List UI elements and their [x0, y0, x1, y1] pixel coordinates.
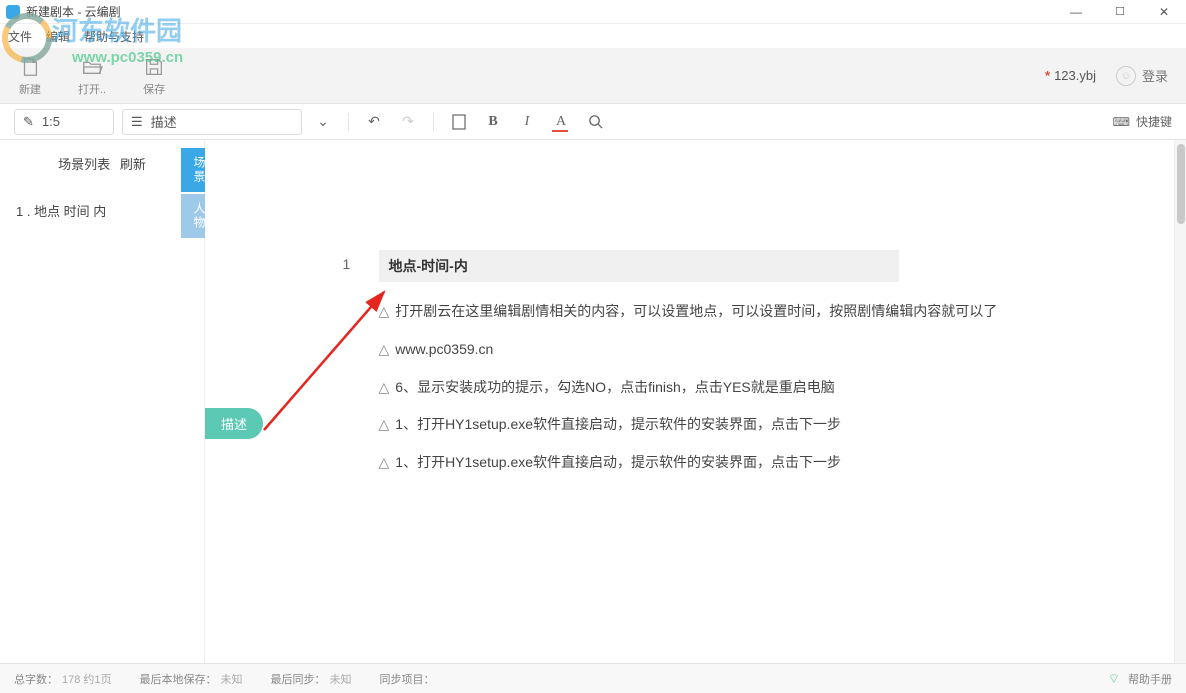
save-icon — [142, 55, 166, 79]
sidebar-header: 场景列表 刷新 — [0, 154, 204, 173]
font-color-button[interactable]: A — [548, 109, 574, 135]
paragraph[interactable]: △打开剧云在这里编辑剧情相关的内容，可以设置地点，可以设置时间，按照剧情编辑内容… — [379, 300, 999, 324]
new-file-icon — [18, 55, 42, 79]
status-bar: 总字数：178 约1页 最后本地保存：未知 最后同步：未知 同步项目： ⌔ 帮助… — [0, 663, 1186, 693]
refresh-button[interactable]: 刷新 — [120, 157, 146, 172]
save-button[interactable]: 保存 — [142, 55, 166, 97]
list-icon: ☰ — [131, 114, 143, 130]
menu-bar: 文件 编辑 帮助与支持 — [0, 24, 1186, 48]
italic-button[interactable]: I — [514, 109, 540, 135]
format-field[interactable]: ☰ 描述 — [122, 109, 302, 135]
redo-button[interactable]: ↷ — [395, 109, 421, 135]
title-bar: 新建剧本 - 云编剧 — ☐ ✕ — [0, 0, 1186, 24]
scene-list-item[interactable]: 1 . 地点 时间 内 — [0, 191, 204, 230]
modified-indicator: * — [1045, 68, 1050, 83]
menu-file[interactable]: 文件 — [8, 28, 32, 45]
scene-block: 1 地点-时间-内 △打开剧云在这里编辑剧情相关的内容，可以设置地点，可以设置时… — [379, 250, 999, 475]
filename: 123.ybj — [1054, 68, 1096, 83]
window-controls: — ☐ ✕ — [1054, 0, 1186, 24]
login-button[interactable]: ☺ 登录 — [1116, 66, 1168, 86]
user-icon: ☺ — [1116, 66, 1136, 86]
menu-help[interactable]: 帮助与支持 — [84, 28, 144, 45]
page-icon[interactable] — [446, 109, 472, 135]
minimize-button[interactable]: — — [1054, 0, 1098, 24]
maximize-button[interactable]: ☐ — [1098, 0, 1142, 24]
triangle-icon: △ — [379, 300, 390, 324]
chevron-down-icon[interactable]: ⌄ — [310, 109, 336, 135]
format-toolbar: ✎ 1:5 ☰ 描述 ⌄ ↶ ↷ B I A ⌨ 快捷键 — [0, 104, 1186, 140]
scene-number: 1 — [343, 256, 351, 272]
bold-button[interactable]: B — [480, 109, 506, 135]
edit-icon: ✎ — [23, 114, 34, 130]
last-sync: 最后同步：未知 — [271, 671, 352, 687]
search-button[interactable] — [582, 109, 608, 135]
app-icon — [6, 5, 20, 19]
sidebar: 场景列表 刷新 1 . 地点 时间 内 场景 人物 — [0, 140, 205, 686]
paragraph[interactable]: △6、显示安装成功的提示，勾选NO，点击finish，点击YES就是重启电脑 — [379, 376, 999, 400]
scrollbar-thumb[interactable] — [1177, 144, 1185, 224]
header-toolbar: 新建 打开.. 保存 * 123.ybj ☺ 登录 — [0, 48, 1186, 104]
menu-edit[interactable]: 编辑 — [46, 28, 70, 45]
keyboard-icon: ⌨ — [1113, 115, 1130, 129]
open-folder-icon — [80, 55, 104, 79]
scene-heading[interactable]: 地点-时间-内 — [379, 250, 899, 282]
tab-scene[interactable]: 场景 — [181, 148, 205, 192]
triangle-icon: △ — [379, 376, 390, 400]
triangle-icon: △ — [379, 338, 390, 362]
undo-button[interactable]: ↶ — [361, 109, 387, 135]
hotkeys-button[interactable]: ⌨ 快捷键 — [1113, 113, 1172, 130]
tab-character[interactable]: 人物 — [181, 194, 205, 238]
scene-field[interactable]: ✎ 1:5 — [14, 109, 114, 135]
last-local-save: 最后本地保存：未知 — [140, 671, 243, 687]
close-button[interactable]: ✕ — [1142, 0, 1186, 24]
open-button[interactable]: 打开.. — [78, 55, 106, 97]
wifi-icon: ⌔ — [1108, 671, 1120, 687]
paragraph[interactable]: △www.pc0359.cn — [379, 338, 999, 362]
help-manual[interactable]: 帮助手册 — [1128, 671, 1172, 687]
file-indicator: * 123.ybj — [1045, 68, 1096, 83]
wordcount: 总字数：178 约1页 — [14, 671, 112, 687]
paragraph[interactable]: △1、打开HY1setup.exe软件直接启动，提示软件的安装界面，点击下一步 — [379, 413, 999, 437]
new-button[interactable]: 新建 — [18, 55, 42, 97]
editor-area[interactable]: 描述 1 地点-时间-内 △打开剧云在这里编辑剧情相关的内容，可以设置地点，可以… — [205, 140, 1186, 686]
sync-project: 同步项目： — [380, 671, 435, 687]
window-title: 新建剧本 - 云编剧 — [26, 3, 121, 20]
triangle-icon: △ — [379, 451, 390, 475]
main-area: 场景列表 刷新 1 . 地点 时间 内 场景 人物 描述 1 地点-时间-内 △… — [0, 140, 1186, 686]
triangle-icon: △ — [379, 413, 390, 437]
scrollbar[interactable] — [1174, 140, 1186, 686]
paragraph[interactable]: △1、打开HY1setup.exe软件直接启动，提示软件的安装界面，点击下一步 — [379, 451, 999, 475]
side-tabs: 场景 人物 — [181, 148, 205, 238]
